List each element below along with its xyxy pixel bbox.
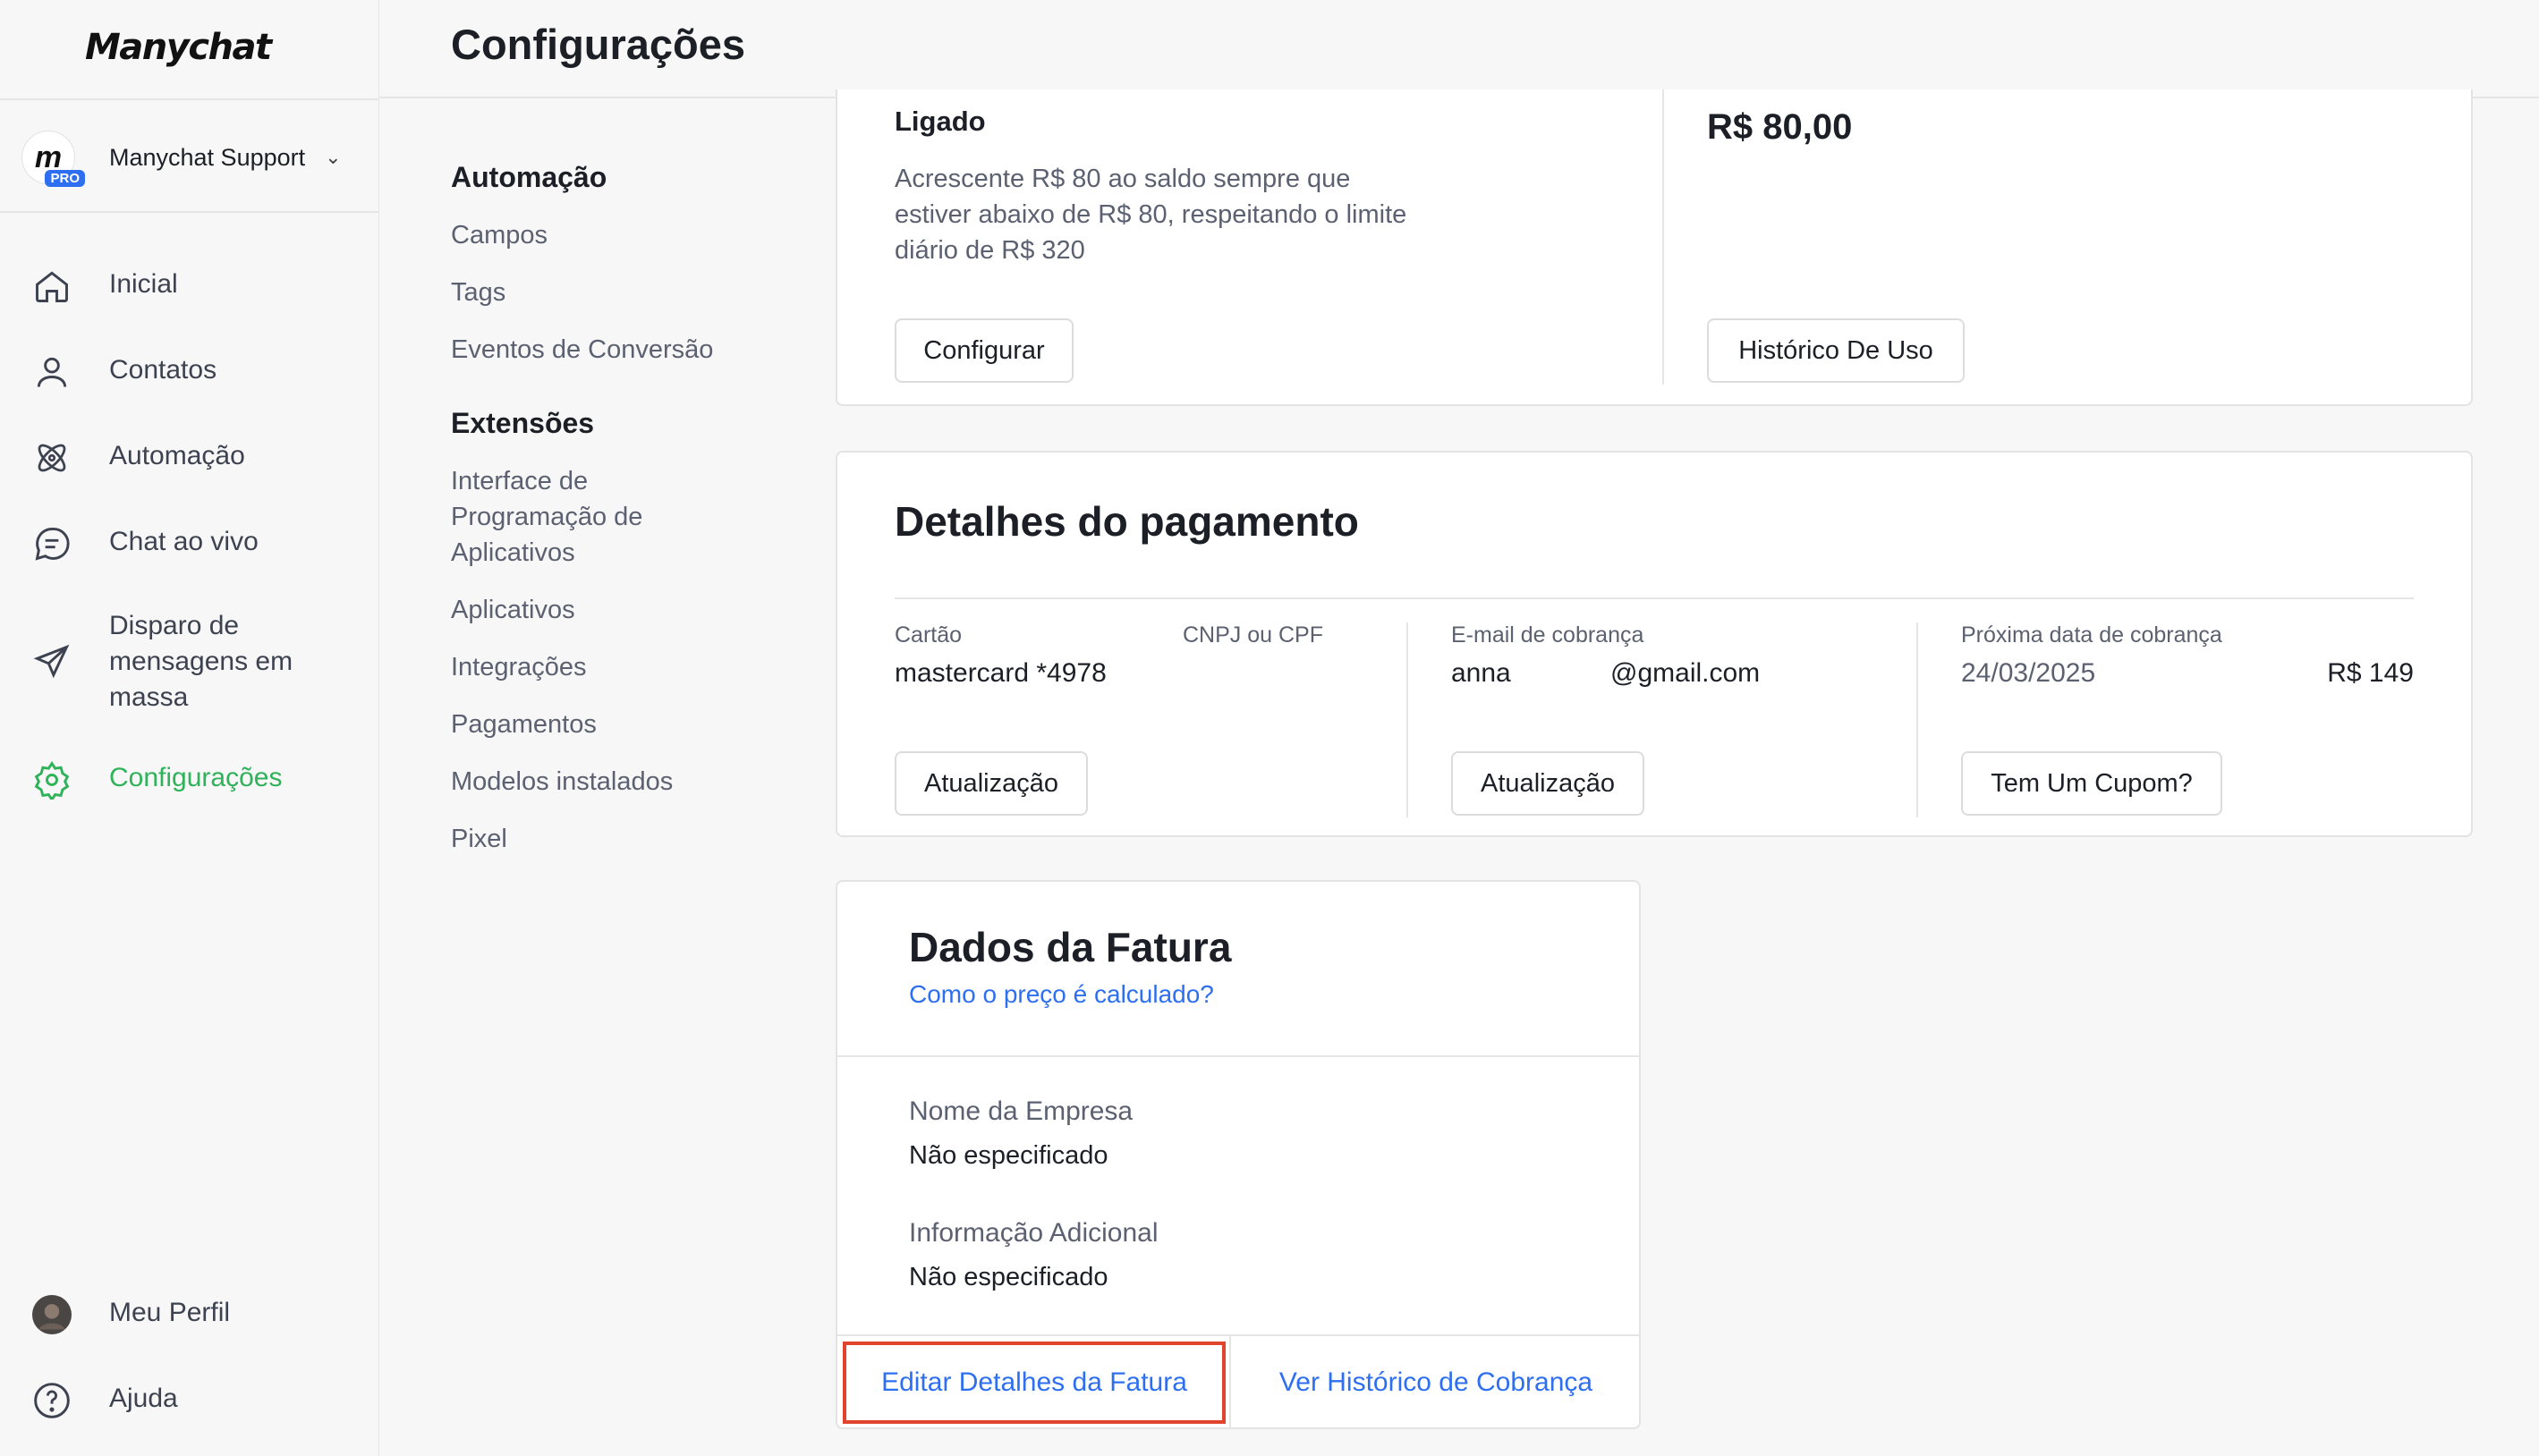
account-name: Manychat Support xyxy=(109,143,306,171)
tax-id-label: CNPJ ou CPF xyxy=(1183,622,1323,648)
divider xyxy=(1406,622,1408,817)
gear-icon xyxy=(32,760,72,802)
payment-details-title: Detalhes do pagamento xyxy=(895,498,1359,545)
chevron-down-icon: ⌄ xyxy=(325,146,342,168)
auto-recharge-card: Ligado Acrescente R$ 80 ao saldo sempre … xyxy=(836,89,2473,406)
coupon-button[interactable]: Tem Um Cupom? xyxy=(1961,751,2222,816)
divider xyxy=(0,211,379,213)
card-label: Cartão xyxy=(895,622,963,648)
settings-item-apps[interactable]: Aplicativos xyxy=(451,592,746,628)
app-sidebar: Manychat m PRO Manychat Support ⌄ Inicia… xyxy=(0,0,379,1456)
edit-invoice-details-button[interactable]: Editar Detalhes da Fatura xyxy=(843,1342,1226,1424)
nav-label: Disparo de mensagens em massa xyxy=(109,611,293,712)
nav-item-live-chat[interactable]: Chat ao vivo xyxy=(32,524,259,563)
settings-nav: Automação Campos Tags Eventos de Convers… xyxy=(451,161,746,896)
profile-avatar xyxy=(32,1295,72,1334)
billing-history-button[interactable]: Ver Histórico de Cobrança xyxy=(1233,1342,1639,1424)
auto-recharge-status: Ligado xyxy=(895,106,986,137)
divider xyxy=(1229,1336,1231,1429)
settings-group-title: Automação xyxy=(451,161,607,193)
send-icon xyxy=(32,642,72,681)
nav-item-help[interactable]: Ajuda xyxy=(32,1381,178,1420)
billing-email-label: E-mail de cobrança xyxy=(1451,622,1644,648)
user-icon xyxy=(32,352,72,392)
page-title: Configurações xyxy=(451,21,746,68)
auto-recharge-description: Acrescente R$ 80 ao saldo sempre que est… xyxy=(895,165,1407,265)
help-icon xyxy=(32,1381,72,1420)
billing-email-domain: @gmail.com xyxy=(1610,658,1761,688)
settings-item-tags[interactable]: Tags xyxy=(451,275,746,310)
nav-item-home[interactable]: Inicial xyxy=(32,267,178,306)
nav-item-broadcast[interactable]: Disparo de mensagens em massa xyxy=(32,608,301,715)
settings-item-payments[interactable]: Pagamentos xyxy=(451,707,746,742)
settings-group-automation: Automação Campos Tags Eventos de Convers… xyxy=(451,161,746,368)
next-billing-amount: R$ 149 xyxy=(2327,658,2414,688)
settings-group-title: Extensões xyxy=(451,407,595,439)
divider xyxy=(1916,622,1918,817)
atom-icon xyxy=(32,438,72,478)
divider xyxy=(1662,89,1664,385)
settings-item-integrations[interactable]: Integrações xyxy=(451,649,746,685)
pro-badge: PRO xyxy=(45,170,85,187)
settings-item-fields[interactable]: Campos xyxy=(451,217,746,253)
nav-label: Automação xyxy=(109,441,245,470)
home-icon xyxy=(32,267,72,306)
usage-history-button[interactable]: Histórico De Uso xyxy=(1707,318,1965,383)
card-value: mastercard *4978 xyxy=(895,658,1107,688)
divider xyxy=(837,1334,1639,1336)
divider xyxy=(0,98,379,100)
payment-details-card: Detalhes do pagamento Cartão mastercard … xyxy=(836,451,2473,837)
nav-item-automation[interactable]: Automação xyxy=(32,438,245,478)
company-name-value: Não especificado xyxy=(909,1141,1108,1170)
chat-icon xyxy=(32,524,72,563)
settings-item-pixel[interactable]: Pixel xyxy=(451,821,746,857)
top-header: Configurações xyxy=(379,0,2539,98)
additional-info-value: Não especificado xyxy=(909,1263,1108,1291)
pricing-link[interactable]: Como o preço é calculado? xyxy=(909,980,1214,1009)
nav-item-contacts[interactable]: Contatos xyxy=(32,352,217,392)
settings-item-api[interactable]: Interface de Programação de Aplicativos xyxy=(451,463,746,571)
divider xyxy=(895,597,2414,599)
nav-label: Configurações xyxy=(109,763,283,792)
next-billing-label: Próxima data de cobrança xyxy=(1961,622,2222,648)
nav-label: Contatos xyxy=(109,355,217,385)
account-switcher[interactable]: m PRO Manychat Support ⌄ xyxy=(21,125,361,190)
settings-group-extensions: Extensões Interface de Programação de Ap… xyxy=(451,407,746,857)
company-name-label: Nome da Empresa xyxy=(909,1096,1134,1126)
invoice-title: Dados da Fatura xyxy=(909,924,1232,970)
nav-item-profile[interactable]: Meu Perfil xyxy=(32,1295,230,1334)
additional-info-label: Informação Adicional xyxy=(909,1218,1159,1248)
settings-item-installed-templates[interactable]: Modelos instalados xyxy=(451,764,746,800)
settings-item-conversion-events[interactable]: Eventos de Conversão xyxy=(451,332,746,368)
update-email-button[interactable]: Atualização xyxy=(1451,751,1644,816)
next-billing-date: 24/03/2025 xyxy=(1961,658,2096,688)
auto-recharge-amount: R$ 80,00 xyxy=(1707,107,1853,147)
account-avatar: m PRO xyxy=(21,131,85,187)
nav-label: Ajuda xyxy=(109,1384,178,1413)
nav-item-settings[interactable]: Configurações xyxy=(32,760,283,802)
nav-label: Inicial xyxy=(109,269,178,299)
divider xyxy=(837,1055,1639,1057)
configure-button[interactable]: Configurar xyxy=(895,318,1074,383)
update-card-button[interactable]: Atualização xyxy=(895,751,1088,816)
nav-label: Chat ao vivo xyxy=(109,527,259,556)
nav-label: Meu Perfil xyxy=(109,1298,231,1327)
manychat-logo[interactable]: Manychat xyxy=(85,27,272,68)
invoice-card: Dados da Fatura Como o preço é calculado… xyxy=(836,880,1641,1429)
billing-email-user: anna xyxy=(1451,658,1511,688)
